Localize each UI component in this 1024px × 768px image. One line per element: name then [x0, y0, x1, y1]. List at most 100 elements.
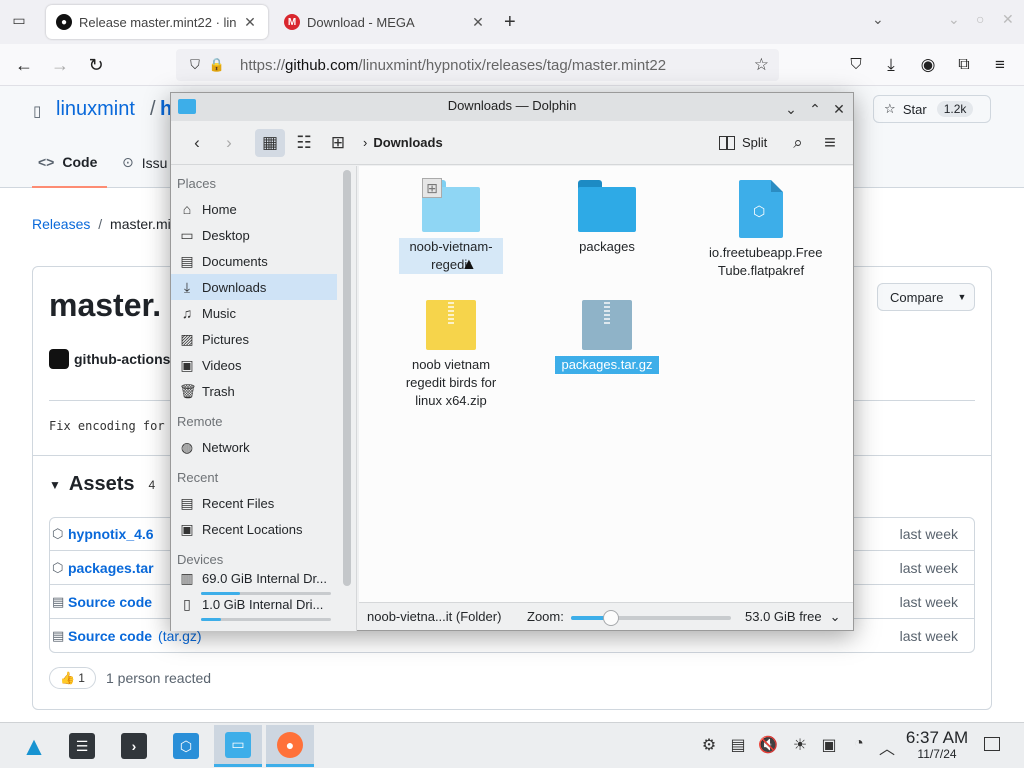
file-item-flatpakref[interactable]: ⬡ io.freetubeapp.Free Tube.flatpakref: [709, 180, 822, 280]
dolphin-folder-icon: ▭: [225, 731, 251, 758]
details-view-icon[interactable]: ⊞: [323, 129, 353, 157]
taskbar-firefox[interactable]: ●: [266, 725, 314, 767]
browser-nav-bar: ← → ↻ ⛉ 🔒 https://github.com/linuxmint/h…: [0, 44, 1024, 86]
account-icon[interactable]: ◉: [916, 53, 940, 77]
window-titlebar[interactable]: Downloads — Dolphin ⌄ ⌃ ✕: [171, 93, 853, 121]
url-bar[interactable]: ⛉ 🔒 https://github.com/linuxmint/hypnoti…: [176, 49, 779, 81]
save-disk-icon[interactable]: ▣: [818, 735, 840, 755]
hamburger-menu-icon[interactable]: ≡: [817, 129, 843, 157]
updates-icon[interactable]: ◔: [848, 735, 870, 753]
split-button[interactable]: Split: [719, 129, 767, 157]
close-window-icon[interactable]: ✕: [1002, 11, 1014, 28]
recent-heading: Recent: [177, 470, 219, 485]
lock-icon[interactable]: 🔒: [206, 57, 228, 73]
places-panel: Places ⌂ Home ▭ Desktop ▤ Documents ⤓ Downlo…: [171, 166, 357, 631]
file-item-folder[interactable]: packages: [555, 180, 659, 256]
devices-heading: Devices: [177, 552, 224, 567]
back-icon[interactable]: ‹: [183, 129, 211, 157]
downloads-icon[interactable]: ⤓: [879, 53, 903, 77]
chevron-down-icon: ⌄: [829, 609, 841, 624]
bookmark-star-icon[interactable]: ☆: [754, 55, 769, 75]
file-item-targz[interactable]: packages.tar.gz: [554, 300, 660, 375]
releases-link[interactable]: Releases: [32, 216, 90, 232]
reload-icon[interactable]: ↻: [84, 53, 108, 77]
place-desktop[interactable]: ▭ Desktop: [171, 222, 337, 248]
place-network[interactable]: ◍ Network: [171, 434, 337, 460]
release-author[interactable]: github-actions: [49, 349, 170, 369]
mouse-cursor-icon: ▲: [461, 256, 477, 273]
clipboard-icon[interactable]: ▤: [727, 735, 749, 755]
location-breadcrumb[interactable]: › Downloads: [363, 129, 443, 157]
place-label: Documents: [202, 253, 268, 269]
star-button[interactable]: ☆ Star 1.2k: [873, 95, 991, 123]
zoom-slider[interactable]: [571, 610, 731, 626]
place-pictures[interactable]: ▨ Pictures: [171, 326, 337, 352]
place-videos[interactable]: ▣ Videos: [171, 352, 337, 378]
compact-view-icon[interactable]: ☷: [289, 129, 319, 157]
show-desktop-icon[interactable]: [984, 737, 1000, 751]
places-scrollbar[interactable]: [343, 170, 351, 586]
device-internal-drive-1[interactable]: ▥ 69.0 GiB Internal Dr...: [171, 570, 337, 596]
new-tab-icon[interactable]: +: [504, 11, 516, 34]
thumbs-up-reaction-button[interactable]: 👍 1: [49, 667, 96, 689]
tab-code[interactable]: <> Code: [38, 154, 97, 170]
breadcrumb-downloads[interactable]: Downloads: [373, 135, 442, 150]
forward-icon[interactable]: ›: [215, 129, 243, 157]
taskbar-dolphin[interactable]: ▭: [214, 725, 262, 767]
place-trash[interactable]: 🗑 Trash: [171, 378, 337, 404]
folder-icon: ⊞: [422, 178, 480, 232]
expand-tray-icon[interactable]: ︿: [876, 735, 898, 759]
compare-button[interactable]: Compare ▼: [877, 283, 975, 311]
asset-link[interactable]: hypnotix_4.6: [68, 526, 154, 542]
search-icon[interactable]: ⌕: [785, 129, 811, 157]
place-downloads[interactable]: ⤓ Downloads: [171, 274, 337, 300]
tab-github-release[interactable]: ● Release master.mint22 · lin ✕: [46, 5, 268, 39]
place-recent-locations[interactable]: ▣ Recent Locations: [171, 516, 337, 542]
back-icon[interactable]: ←: [12, 53, 36, 77]
shield-icon[interactable]: ⛉: [184, 57, 206, 73]
chevron-down-icon[interactable]: ⌄: [781, 96, 801, 122]
url-text[interactable]: https://github.com/linuxmint/hypnotix/re…: [240, 57, 666, 74]
asset-link[interactable]: packages.tar: [68, 560, 154, 576]
tab-mega[interactable]: M Download - MEGA ✕: [274, 5, 496, 39]
forward-icon[interactable]: →: [48, 53, 72, 77]
volume-muted-icon[interactable]: 🔇: [757, 735, 779, 755]
assets-toggle[interactable]: ▼ Assets 4: [49, 473, 155, 496]
place-recent-files[interactable]: ▤ Recent Files: [171, 490, 337, 516]
place-label: Pictures: [202, 331, 249, 347]
menu-icon[interactable]: ≡: [988, 53, 1012, 77]
clipboard-share-icon[interactable]: ⚙: [698, 735, 720, 755]
brightness-icon[interactable]: ☀: [789, 735, 811, 755]
clock[interactable]: 6:37 AM 11/7/24: [898, 729, 976, 762]
icons-view-icon[interactable]: ▦: [255, 129, 285, 157]
taskbar-settings[interactable]: ☰: [60, 725, 104, 767]
device-usage-bar: [201, 592, 331, 595]
file-item-zip[interactable]: noob vietnam regedit birds for linux x64.z…: [399, 300, 503, 410]
close-tab-icon[interactable]: ✕: [470, 14, 486, 31]
place-music[interactable]: ♫ Music: [171, 300, 337, 326]
place-home[interactable]: ⌂ Home: [171, 196, 337, 222]
maximize-icon[interactable]: ○: [976, 11, 984, 27]
app-launcher-button[interactable]: ▲: [12, 725, 56, 767]
asset-link[interactable]: Source code: [68, 628, 152, 644]
maximize-icon[interactable]: ⌃: [805, 96, 825, 122]
taskbar-discover[interactable]: ⬡: [164, 725, 208, 767]
extensions-icon[interactable]: ⧉: [952, 53, 976, 77]
asset-link[interactable]: Source code: [68, 594, 152, 610]
tab-issues[interactable]: ⊙ Issu: [122, 154, 167, 171]
device-internal-drive-2[interactable]: ▯ 1.0 GiB Internal Dri...: [171, 596, 337, 622]
author-name: github-actions: [74, 351, 171, 367]
close-icon[interactable]: ✕: [829, 96, 849, 122]
pocket-icon[interactable]: ⛉: [844, 53, 868, 77]
minimize-icon[interactable]: ⌄: [948, 11, 960, 28]
file-item-folder[interactable]: ⊞ noob-vietnam-regedit ▲: [399, 178, 503, 274]
place-documents[interactable]: ▤ Documents: [171, 248, 337, 274]
repo-owner-link[interactable]: linuxmint: [56, 98, 135, 121]
list-all-tabs-icon[interactable]: ⌄: [872, 11, 884, 28]
tab-list-icon[interactable]: ▭: [8, 12, 30, 32]
close-tab-icon[interactable]: ✕: [242, 14, 258, 31]
taskbar-terminal[interactable]: ›: [112, 725, 156, 767]
zoom-slider-handle[interactable]: [603, 610, 619, 626]
free-space[interactable]: 53.0 GiB free ⌄: [745, 609, 841, 625]
file-view[interactable]: ⊞ noob-vietnam-regedit ▲ packages ⬡ io.f…: [359, 166, 853, 602]
